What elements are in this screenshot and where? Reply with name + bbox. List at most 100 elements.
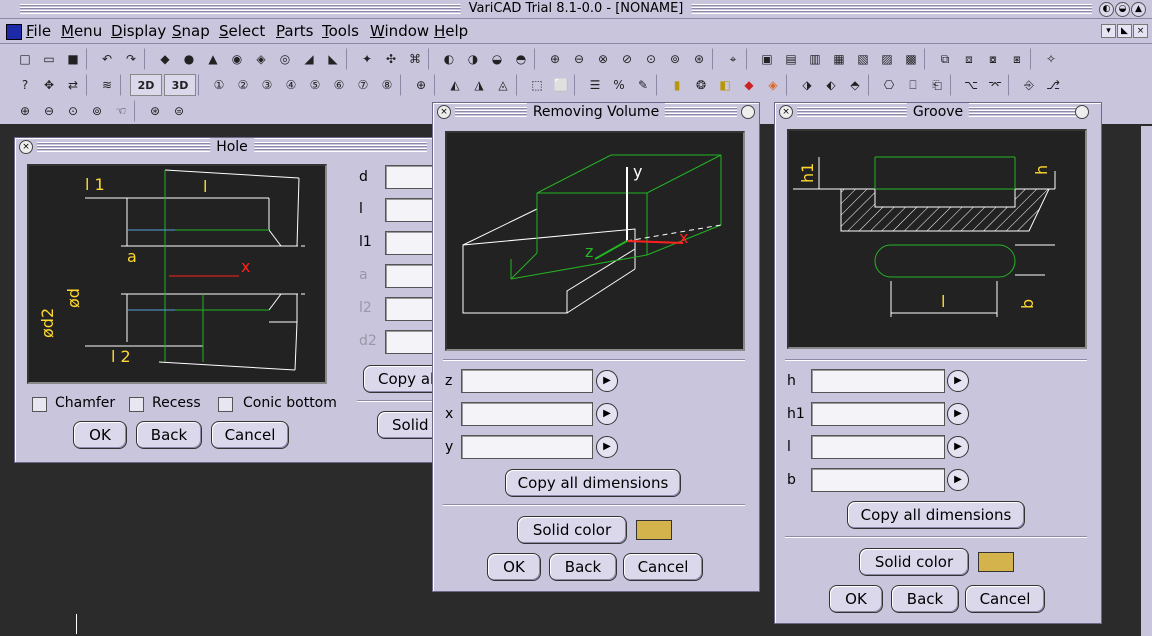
solid-color-swatch[interactable] [636, 520, 672, 540]
close-icon[interactable]: × [19, 140, 33, 154]
boolean-chamfer-icon[interactable]: ⊛ [688, 48, 710, 70]
wire-icon[interactable]: ◮ [468, 74, 490, 96]
maximize-icon[interactable]: ▲ [1131, 2, 1146, 17]
back-button[interactable]: Back [891, 585, 959, 613]
view-left-icon[interactable]: ▥ [804, 48, 826, 70]
ok-button[interactable]: OK [73, 421, 127, 449]
explode-icon[interactable]: ✧ [1040, 48, 1062, 70]
display-2-icon[interactable]: ② [232, 74, 254, 96]
percent-icon[interactable]: % [608, 74, 630, 96]
save-file-icon[interactable]: ■ [62, 48, 84, 70]
zoom-all-icon[interactable]: ⊙ [62, 100, 84, 122]
menu-window[interactable]: Window [370, 22, 429, 40]
menu-display[interactable]: Display [111, 22, 166, 40]
boolean-mirror-icon[interactable]: ⊙ [640, 48, 662, 70]
boolean-subtract-icon[interactable]: ⊖ [568, 48, 590, 70]
insert-solid-icon[interactable]: ✦ [356, 48, 378, 70]
shade-icon[interactable]: ◭ [444, 74, 466, 96]
color-yellow-icon[interactable]: ▮ [666, 74, 688, 96]
layer-icon[interactable]: ≋ [96, 74, 118, 96]
solid-revolve-icon[interactable]: ◣ [322, 48, 344, 70]
play-arrow-icon[interactable]: ▶ [596, 403, 618, 425]
conic-bottom-checkbox[interactable] [218, 397, 233, 412]
solid-tree-icon[interactable]: ⌘ [404, 48, 426, 70]
box-select-icon[interactable]: ⬚ [526, 74, 548, 96]
field-b[interactable] [811, 468, 945, 492]
zoom-in-icon[interactable]: ⊕ [14, 100, 36, 122]
tool-e-icon[interactable]: ⎕ [902, 74, 924, 96]
solid-cylinder-icon[interactable]: ● [178, 48, 200, 70]
view-top-icon[interactable]: ▧ [852, 48, 874, 70]
open-file-icon[interactable]: ▭ [38, 48, 60, 70]
solid-color-button[interactable]: Solid color [859, 548, 969, 576]
chamfer-checkbox[interactable] [32, 397, 47, 412]
query-icon[interactable]: ? [14, 74, 36, 96]
ok-button[interactable]: OK [487, 553, 541, 581]
view-iso-icon[interactable]: ▨ [876, 48, 898, 70]
bom-icon[interactable]: ☰ [584, 74, 606, 96]
display-8-icon[interactable]: ⑧ [376, 74, 398, 96]
move-solid-icon[interactable]: ✣ [380, 48, 402, 70]
zoom-real-icon[interactable]: ⊛ [144, 100, 166, 122]
vertical-scrollbar[interactable] [1141, 126, 1152, 636]
play-arrow-icon[interactable]: ▶ [947, 403, 969, 425]
tool-h-icon[interactable]: ⌤ [984, 74, 1006, 96]
tool-d-icon[interactable]: ⎔ [878, 74, 900, 96]
display-7-icon[interactable]: ⑦ [352, 74, 374, 96]
mdi-minimize-icon[interactable]: ▾ [1101, 24, 1116, 38]
color-half-icon[interactable]: ◧ [714, 74, 736, 96]
zoom-out-icon[interactable]: ⊖ [38, 100, 60, 122]
close-icon[interactable]: × [437, 105, 451, 119]
assembly-icon[interactable]: ⧉ [934, 48, 956, 70]
back-button[interactable]: Back [549, 553, 617, 581]
helix-icon[interactable]: ◓ [510, 48, 532, 70]
close-icon[interactable]: × [779, 105, 793, 119]
measure-icon[interactable]: ⌖ [722, 48, 744, 70]
toggle-2d-button[interactable]: 2D [130, 74, 162, 96]
tool-f-icon[interactable]: ⎗ [926, 74, 948, 96]
cancel-button[interactable]: Cancel [623, 553, 703, 581]
box-view-icon[interactable]: ⬜ [550, 74, 572, 96]
solid-sphere-icon[interactable]: ◉ [226, 48, 248, 70]
zoom-previous-icon[interactable]: ⊚ [86, 100, 108, 122]
solid-cone-icon[interactable]: ▲ [202, 48, 224, 70]
solid-color-button[interactable]: Solid color [517, 516, 627, 544]
ok-button[interactable]: OK [829, 585, 883, 613]
menu-help[interactable]: Help [434, 22, 468, 40]
cancel-button[interactable]: Cancel [965, 585, 1045, 613]
field-h1[interactable] [811, 402, 945, 426]
boolean-cut-icon[interactable]: ⊘ [616, 48, 638, 70]
undo-icon[interactable]: ↶ [96, 48, 118, 70]
mdi-restore-icon[interactable]: ◣ [1117, 24, 1132, 38]
tool-c-icon[interactable]: ⬘ [844, 74, 866, 96]
tool-j-icon[interactable]: ⎇ [1042, 74, 1064, 96]
pen-icon[interactable]: ✎ [632, 74, 654, 96]
mdi-close-icon[interactable]: × [1133, 24, 1148, 38]
toggle-3d-button[interactable]: 3D [164, 74, 196, 96]
boolean-add-icon[interactable]: ⊕ [544, 48, 566, 70]
loft-icon[interactable]: ◑ [462, 48, 484, 70]
tool-g-icon[interactable]: ⌥ [960, 74, 982, 96]
copy-all-dimensions-button[interactable]: Copy all dimensions [847, 501, 1025, 529]
minimize-icon[interactable]: ◐ [1099, 2, 1114, 17]
maximize-icon[interactable] [741, 105, 755, 119]
assembly-group-icon[interactable]: ⧇ [982, 48, 1004, 70]
menu-file[interactable]: File [26, 22, 51, 40]
solid-color-swatch[interactable] [978, 552, 1014, 572]
removing-volume-titlebar[interactable]: Removing Volume [433, 103, 759, 121]
hidden-icon[interactable]: ◬ [492, 74, 514, 96]
display-1-icon[interactable]: ① [208, 74, 230, 96]
extrude-icon[interactable]: ◐ [438, 48, 460, 70]
display-5-icon[interactable]: ⑤ [304, 74, 326, 96]
field-y[interactable] [461, 435, 593, 459]
boolean-fillet-icon[interactable]: ⊚ [664, 48, 686, 70]
solid-sweep-icon[interactable]: ◢ [298, 48, 320, 70]
display-3-icon[interactable]: ③ [256, 74, 278, 96]
field-l[interactable] [811, 435, 945, 459]
app-icon[interactable] [6, 24, 22, 40]
display-6-icon[interactable]: ⑥ [328, 74, 350, 96]
recess-checkbox[interactable] [129, 397, 144, 412]
field-x[interactable] [461, 402, 593, 426]
new-file-icon[interactable]: □ [14, 48, 36, 70]
field-z[interactable] [461, 369, 593, 393]
